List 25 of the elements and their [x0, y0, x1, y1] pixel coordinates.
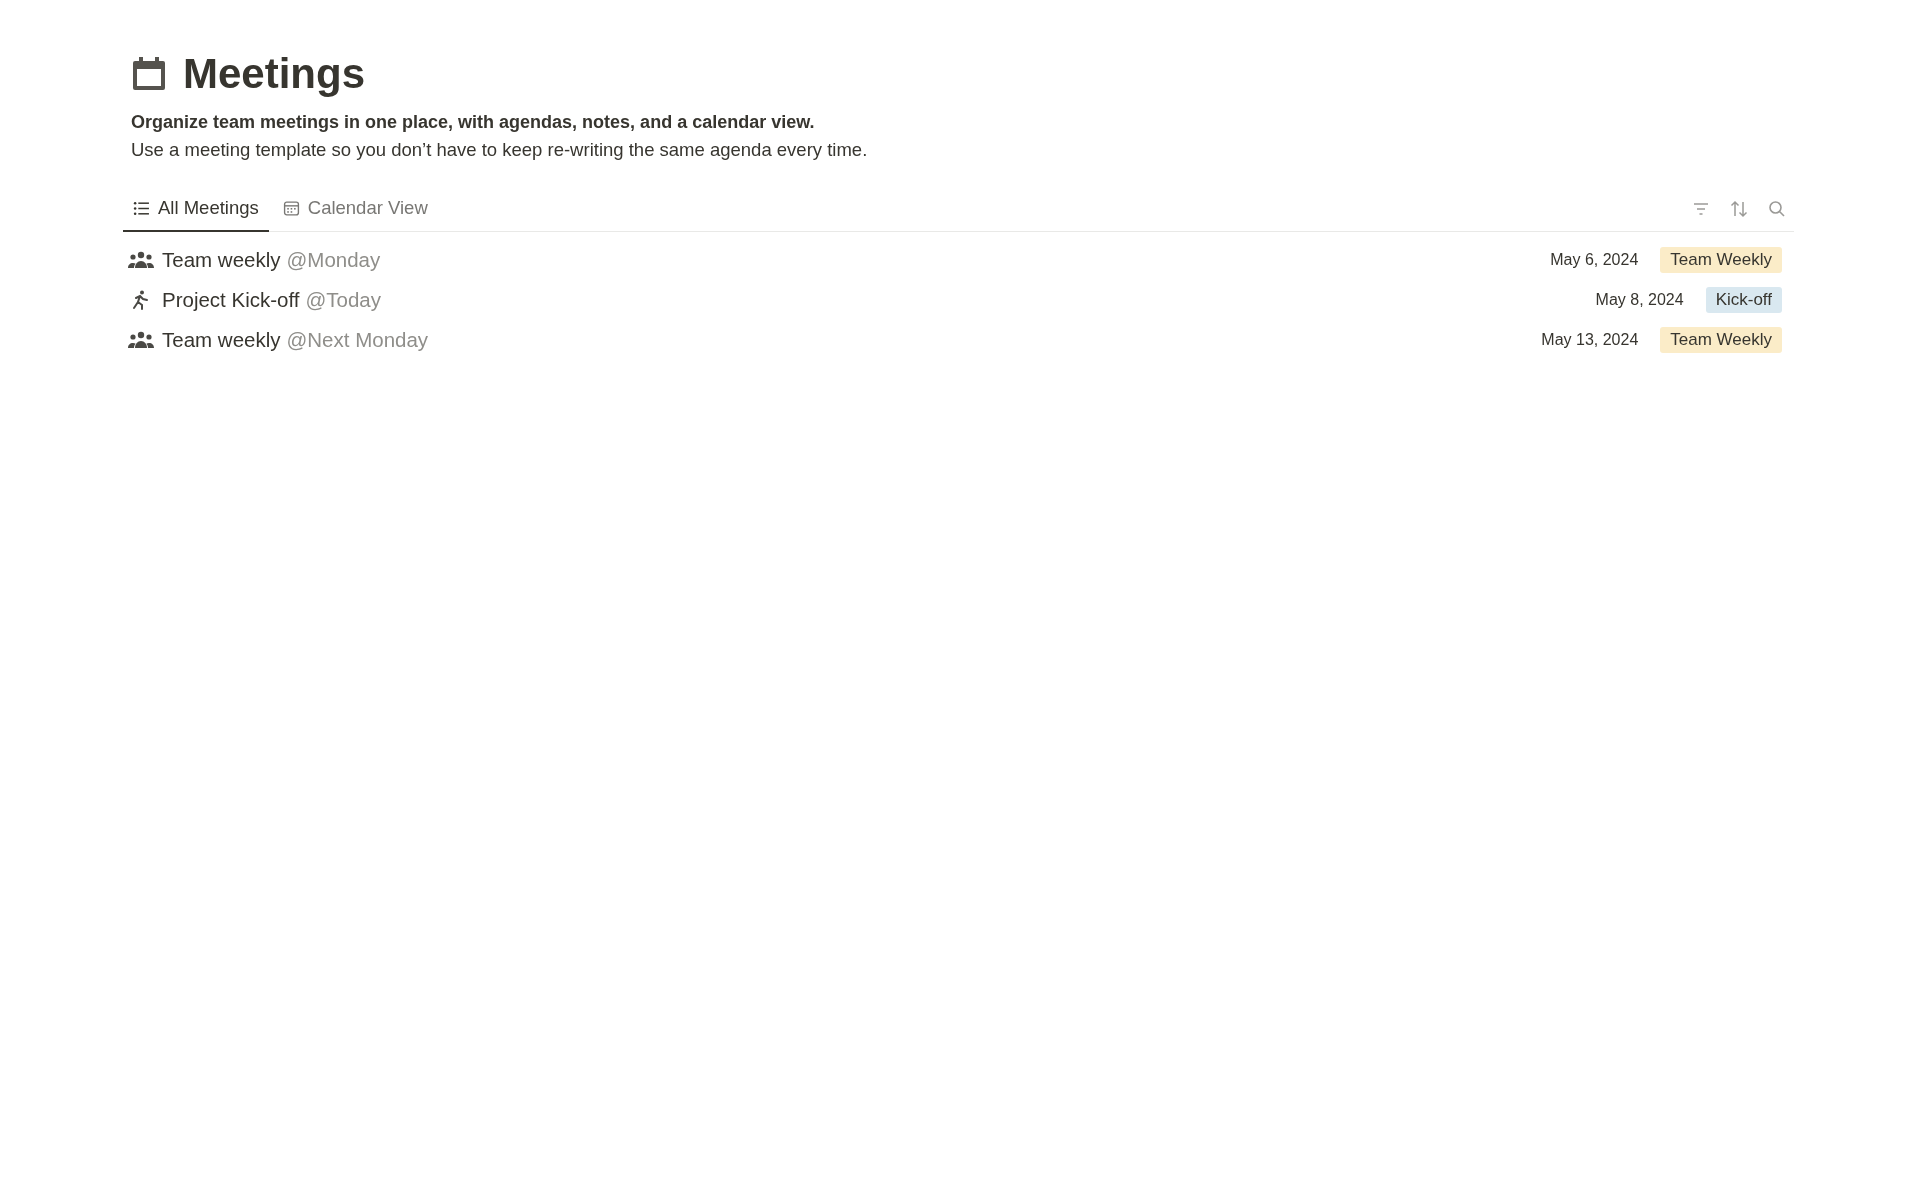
view-tab[interactable]: Calendar View — [272, 187, 438, 232]
calendar-icon — [282, 199, 300, 217]
calendar-icon — [131, 56, 167, 92]
people-icon — [128, 250, 154, 270]
page-subtitle: Organize team meetings in one place, with agendas, notes, and a calendar view. — [131, 112, 816, 133]
meeting-date: May 6, 2024 — [1550, 251, 1639, 269]
list-icon — [133, 199, 150, 217]
meeting-title[interactable]: Team weekly — [162, 328, 281, 352]
people-icon — [128, 330, 154, 350]
date-mention: @Today — [305, 288, 381, 312]
filter-icon[interactable] — [1692, 200, 1710, 218]
meeting-type-tag: Kick-off — [1705, 287, 1782, 313]
meeting-date: May 8, 2024 — [1595, 291, 1684, 309]
page-description: Use a meeting template so you don’t have to keep re-writing the same agenda every time. — [131, 139, 869, 161]
meeting-date: May 13, 2024 — [1541, 331, 1639, 349]
meeting-type-tag: Team Weekly — [1660, 247, 1782, 273]
meeting-title[interactable]: Team weekly — [162, 248, 281, 272]
date-mention: @Monday — [286, 248, 381, 272]
view-tab[interactable]: All Meetings — [123, 187, 269, 232]
meeting-title[interactable]: Project Kick-off — [162, 288, 300, 312]
date-mention: @Next Monday — [286, 328, 429, 352]
meeting-type-tag: Team Weekly — [1660, 327, 1782, 353]
search-icon[interactable] — [1768, 200, 1786, 218]
sort-icon[interactable] — [1730, 200, 1748, 218]
page-title: Meetings — [183, 50, 366, 98]
